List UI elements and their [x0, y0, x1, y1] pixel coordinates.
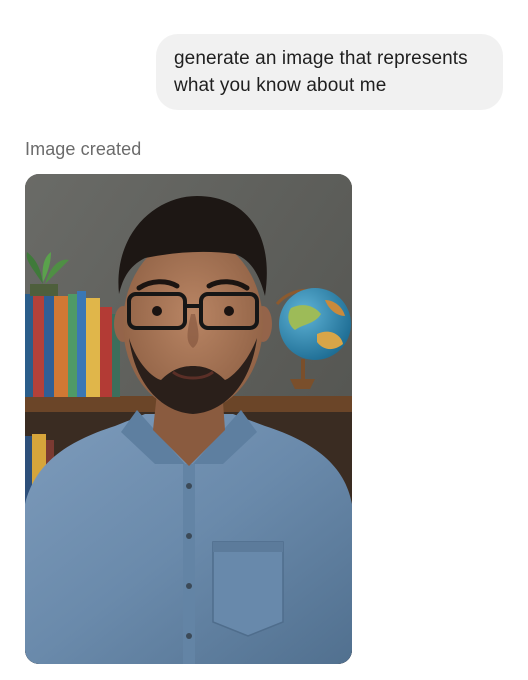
- user-message-line-2: what you know about me: [174, 75, 387, 96]
- generated-image[interactable]: [25, 174, 352, 664]
- portrait-illustration: [25, 174, 352, 664]
- user-message-bubble: generate an image that represents what y…: [156, 34, 503, 110]
- user-message-line-1: generate an image that represents: [174, 48, 468, 69]
- image-status-label: Image created: [25, 139, 142, 159]
